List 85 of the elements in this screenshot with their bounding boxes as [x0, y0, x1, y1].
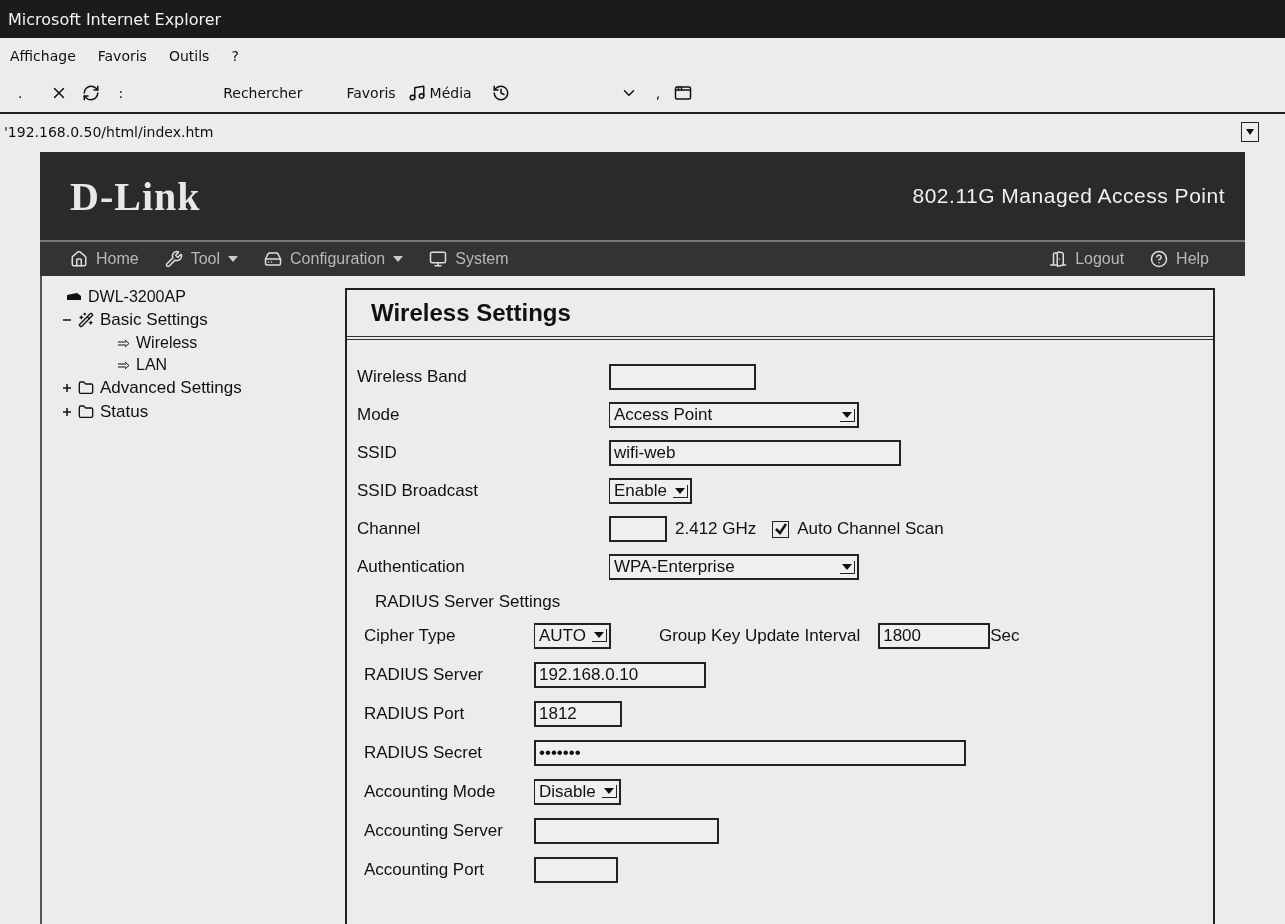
arrow-icon [118, 338, 130, 348]
panel-title: Wireless Settings [371, 299, 571, 327]
tree-item[interactable]: DWL-3200AP [88, 288, 186, 306]
field-label: Accounting Port [364, 859, 485, 880]
text-field[interactable] [534, 817, 719, 844]
nav-item[interactable]: Configuration [264, 250, 404, 268]
field-label: Authentication [357, 557, 466, 577]
toolbar-text[interactable]: Rechercher [223, 85, 303, 101]
nav-item[interactable]: Help [1150, 250, 1209, 268]
menu-item[interactable]: Affichage [10, 48, 76, 64]
field-label: RADIUS Server [364, 664, 485, 685]
house-icon [70, 250, 88, 268]
expand-icon[interactable] [62, 383, 72, 393]
unit-text: Sec [990, 625, 1020, 646]
field-label: Group Key Update Interval [658, 625, 861, 646]
field-label: SSID [357, 443, 398, 463]
monitor-icon [429, 250, 448, 268]
logo: D-Link [70, 172, 201, 220]
field-label: SSID Broadcast [357, 481, 479, 501]
tree-item[interactable]: Advanced Settings [100, 378, 242, 398]
device-icon [66, 292, 82, 302]
frequency-text: 2.412 GHz [675, 519, 757, 539]
text-field[interactable] [609, 516, 667, 542]
dropdown-button[interactable] [1241, 122, 1259, 142]
folder-icon [78, 404, 94, 420]
text-field[interactable]: wifi-web [609, 440, 901, 466]
nav-item[interactable]: Logout [1049, 250, 1125, 268]
dropdown[interactable]: Access Point [609, 402, 859, 428]
window-icon[interactable] [674, 84, 693, 102]
toolbar-text[interactable]: . [18, 85, 23, 101]
address-field[interactable]: '192.168.0.50/html/index.htm [4, 124, 1233, 140]
caret-icon [672, 484, 688, 498]
tree-item[interactable]: LAN [136, 356, 168, 374]
text-field[interactable] [609, 364, 756, 390]
door-icon [1049, 250, 1068, 268]
toolbar-text[interactable]: , [655, 85, 661, 101]
field-label: Cipher Type [364, 625, 457, 646]
field-label: Accounting Mode [364, 781, 497, 802]
menu-item[interactable]: ? [231, 48, 239, 64]
section-title: RADIUS Server Settings [374, 591, 562, 613]
expand-icon[interactable] [62, 407, 72, 417]
field-label: Mode [357, 405, 401, 425]
field-label: Accounting Server [364, 820, 504, 841]
folder-icon [78, 380, 94, 396]
toolbar-text[interactable]: Favoris [346, 85, 396, 101]
product-title: 802.11G Managed Access Point [912, 184, 1225, 208]
help-icon [1150, 250, 1169, 268]
wand-icon [78, 312, 94, 328]
drive-icon [264, 250, 283, 268]
toolbar-button[interactable]: Média [407, 84, 472, 102]
text-field[interactable]: 192.168.0.10 [534, 661, 706, 688]
text-field[interactable]: ••••••• [534, 739, 966, 766]
menu-item[interactable]: Outils [168, 48, 210, 64]
tree-item[interactable]: Status [100, 402, 149, 422]
caret-icon [840, 408, 855, 422]
nav-item[interactable]: System [429, 250, 509, 268]
window-title: Microsoft Internet Explorer [8, 9, 222, 29]
dropdown[interactable]: Disable [534, 778, 621, 805]
nav-item[interactable]: Home [70, 250, 139, 268]
refresh-icon[interactable] [82, 84, 101, 102]
field-label: RADIUS Port [364, 703, 466, 724]
arrow-icon [118, 360, 130, 370]
caret-icon [601, 785, 617, 798]
field-label: RADIUS Secret [364, 742, 484, 763]
caret-icon [591, 629, 607, 642]
toolbar-text[interactable]: : [118, 85, 124, 101]
dropdown[interactable]: AUTO [534, 622, 611, 649]
text-field[interactable]: 1800 [878, 622, 991, 649]
text-field[interactable] [534, 856, 618, 883]
menu-item[interactable]: Favoris [97, 48, 147, 64]
tree-item[interactable]: Basic Settings [100, 310, 208, 330]
dropdown[interactable]: WPA-Enterprise [609, 554, 859, 580]
tree-item[interactable]: Wireless [136, 334, 198, 352]
caret-icon [840, 560, 855, 574]
checkbox-label: Auto Channel Scan [797, 519, 944, 539]
caret-icon [1245, 128, 1255, 136]
wrench-icon [164, 250, 183, 268]
nav-item[interactable]: Tool [164, 250, 239, 268]
history-icon[interactable] [491, 84, 510, 102]
dropdown[interactable]: Enable [609, 478, 692, 504]
music-icon [407, 84, 426, 102]
text-field[interactable]: 1812 [534, 700, 622, 727]
field-label: Wireless Band [357, 367, 468, 387]
field-label: Channel [357, 519, 422, 539]
checkbox[interactable] [772, 520, 790, 538]
